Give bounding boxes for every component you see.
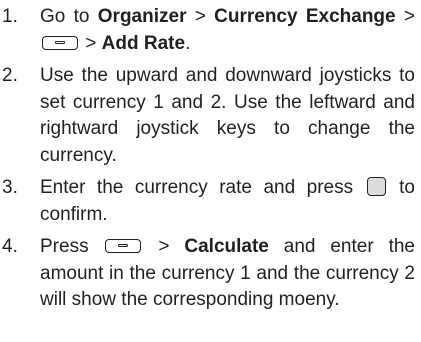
step-3: 3. Enter the currency rate and press to … (0, 175, 421, 228)
step-number: 1. (2, 6, 18, 27)
step-text: Enter the currency rate and press (40, 177, 365, 198)
path-separator: > (395, 6, 415, 27)
step-number: 2. (2, 65, 18, 86)
path-separator: > (186, 6, 215, 27)
step-number: 4. (2, 236, 18, 257)
step-text: Use the upward and downward joysticks to… (40, 65, 415, 166)
menu-key-icon (42, 35, 78, 50)
step-2: 2. Use the upward and downward joysticks… (0, 63, 421, 169)
step-text: Go to (40, 6, 98, 27)
path-separator: > (80, 32, 102, 54)
step-number: 3. (2, 177, 18, 198)
step-text: Press (40, 236, 104, 257)
ok-key-icon (366, 177, 386, 196)
menu-path-organizer: Organizer (97, 6, 187, 27)
menu-path-calculate: Calculate (184, 236, 269, 257)
path-separator: > (143, 236, 185, 257)
step-4: 4. Press > Calculate and enter the amoun… (0, 234, 421, 314)
menu-path-add-rate: Add Rate (101, 32, 186, 54)
step-1: 1. Go to Organizer > Currency Exchange >… (0, 4, 421, 57)
step-text-end: . (185, 32, 191, 54)
menu-key-icon (105, 239, 142, 253)
menu-path-currency-exchange: Currency Exchange (214, 6, 396, 27)
instruction-steps: 1. Go to Organizer > Currency Exchange >… (0, 0, 421, 320)
